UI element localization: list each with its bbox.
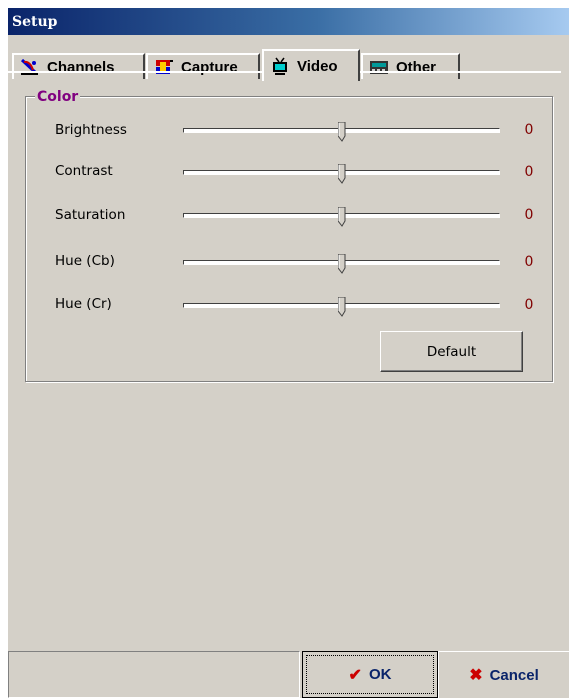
saturation-label: Saturation (55, 207, 126, 223)
brightness-value: 0 (524, 122, 534, 138)
hue-cr-slider-thumb[interactable] (337, 296, 346, 317)
tab-capture[interactable]: Capture (146, 53, 260, 79)
hue-cr-value: 0 (524, 297, 534, 313)
ok-button-focus: ✔ OK (306, 655, 434, 694)
tab-other[interactable]: Other (361, 53, 460, 79)
capture-card-icon (154, 58, 174, 76)
default-button[interactable]: Default (380, 331, 523, 372)
saturation-value: 0 (524, 207, 534, 223)
brightness-slider-thumb[interactable] (337, 121, 346, 142)
tab-channels[interactable]: Channels (12, 53, 145, 79)
cancel-button[interactable]: ✖ Cancel (438, 651, 569, 698)
tab-video[interactable]: Video (262, 49, 360, 81)
title-bar[interactable]: Setup (8, 8, 569, 35)
contrast-value: 0 (524, 164, 534, 180)
ok-button-label: OK (368, 666, 392, 683)
contrast-label: Contrast (55, 163, 113, 179)
window-title: Setup (12, 14, 58, 30)
hue-cb-label: Hue (Cb) (55, 253, 115, 269)
saturation-slider-thumb[interactable] (337, 206, 346, 227)
status-bar (8, 651, 300, 698)
tab-video-label: Video (297, 57, 338, 75)
checkmark-icon: ✔ (348, 666, 362, 684)
satellite-dish-icon (20, 58, 40, 76)
hue-cr-label: Hue (Cr) (55, 296, 112, 312)
hue-cb-slider-thumb[interactable] (337, 253, 346, 274)
tv-icon (270, 57, 290, 75)
cancel-button-label: Cancel (489, 666, 539, 684)
color-group-legend: Color (35, 89, 81, 105)
brightness-label: Brightness (55, 122, 127, 138)
default-button-label: Default (426, 343, 477, 360)
hue-cb-value: 0 (524, 254, 534, 270)
device-icon (369, 58, 389, 76)
ok-button[interactable]: ✔ OK (302, 651, 438, 698)
contrast-slider-thumb[interactable] (337, 163, 346, 184)
tab-strip: Channels Capture Video Other (8, 49, 569, 83)
close-icon: ✖ (469, 667, 483, 684)
